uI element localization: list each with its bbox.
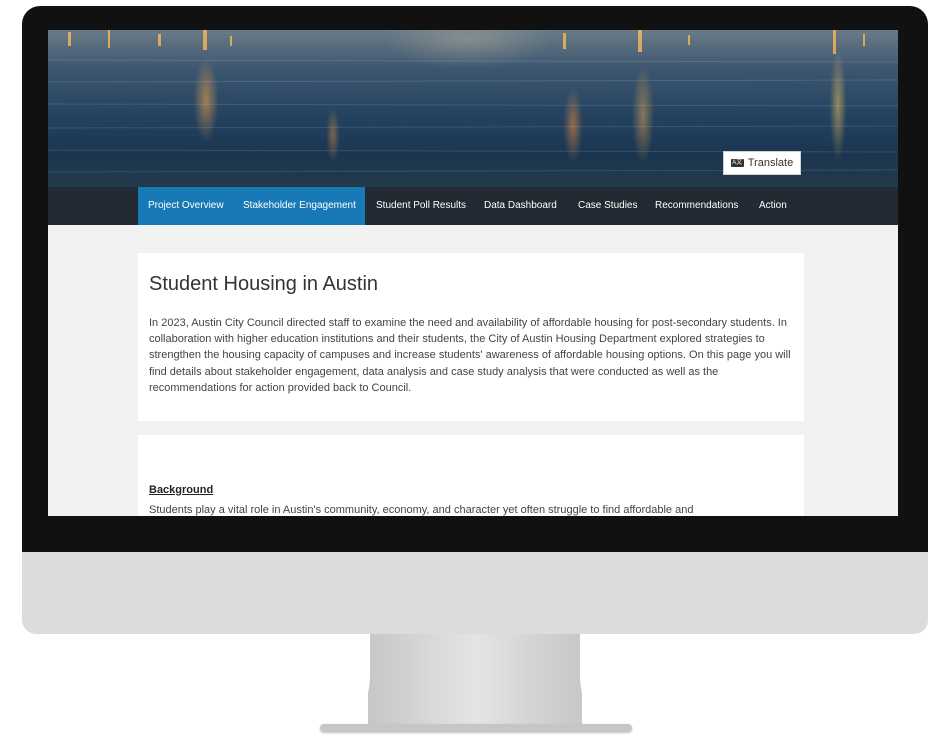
translate-icon: A文: [730, 159, 744, 167]
main-nav: Project Overview Stakeholder Engagement …: [48, 187, 898, 225]
background-heading: Background: [149, 484, 214, 496]
background-paragraph: Students play a vital role in Austin's c…: [149, 504, 694, 516]
main-content: Student Housing in Austin In 2023, Austi…: [48, 225, 898, 516]
monitor-chin: [22, 552, 928, 634]
translate-button[interactable]: A文 Translate: [723, 151, 801, 175]
nav-action[interactable]: Action: [749, 187, 797, 225]
intro-paragraph: In 2023, Austin City Council directed st…: [149, 317, 791, 394]
translate-label: Translate: [747, 157, 794, 169]
nav-stakeholder-engagement[interactable]: Stakeholder Engagement: [233, 187, 365, 225]
nav-student-poll-results[interactable]: Student Poll Results: [366, 187, 476, 225]
nav-data-dashboard[interactable]: Data Dashboard: [474, 187, 567, 225]
page-title: Student Housing in Austin: [149, 273, 379, 295]
monitor-stand: [368, 634, 582, 726]
monitor-stand-base: [320, 724, 632, 732]
nav-recommendations[interactable]: Recommendations: [645, 187, 748, 225]
nav-project-overview[interactable]: Project Overview: [138, 187, 233, 225]
hero-banner: A文 Translate: [48, 30, 898, 187]
nav-case-studies[interactable]: Case Studies: [568, 187, 647, 225]
screen: A文 Translate Project Overview Stakeholde…: [48, 30, 898, 516]
intro-card: Student Housing in Austin In 2023, Austi…: [138, 253, 804, 421]
background-card: Background Students play a vital role in…: [138, 435, 804, 516]
